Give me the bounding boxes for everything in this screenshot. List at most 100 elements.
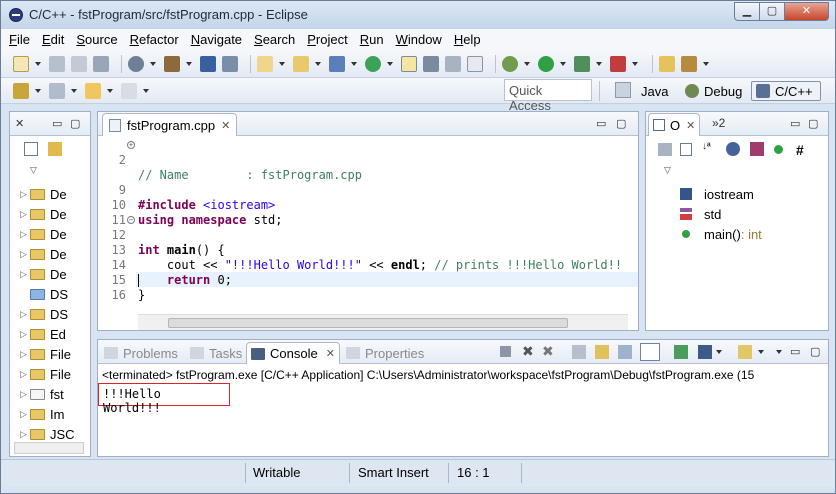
configurations-dropdown-icon[interactable] (150, 61, 156, 66)
run-icon[interactable] (538, 55, 554, 72)
menu-source[interactable]: Source (76, 32, 117, 47)
remove-all-launches-icon[interactable]: ✖ (542, 343, 554, 360)
show-whitespace-icon[interactable] (467, 55, 483, 72)
clear-console-icon[interactable] (572, 345, 586, 359)
menu-refactor[interactable]: Refactor (130, 32, 179, 47)
external-tools-icon[interactable] (610, 55, 626, 72)
minimize-button[interactable]: ▁ (734, 2, 760, 21)
pin-console-icon[interactable] (674, 345, 688, 359)
horizontal-scrollbar[interactable] (14, 442, 84, 454)
open-console-dropdown-icon[interactable] (758, 350, 764, 354)
perspective-cpp[interactable]: C/C++ (751, 81, 821, 101)
more-tabs-icon[interactable]: »2 (712, 116, 725, 130)
debug-config-icon[interactable] (502, 55, 518, 72)
project-item[interactable]: ▷ De (20, 184, 67, 204)
maximize-view-icon[interactable]: ▢ (808, 117, 818, 130)
debug-bug-icon[interactable] (222, 55, 238, 72)
menu-run[interactable]: Run (360, 32, 384, 47)
profile-icon[interactable] (574, 55, 590, 72)
collapse-all-icon[interactable] (24, 142, 38, 156)
display-console-dropdown-icon[interactable] (716, 350, 722, 354)
tab-outline[interactable]: O ✕ (648, 113, 701, 136)
outline-item-iostream[interactable]: iostream (680, 184, 754, 204)
new-source-dropdown-icon[interactable] (315, 61, 321, 66)
tab-properties[interactable]: Properties (342, 342, 428, 364)
debug-dropdown-icon[interactable] (524, 61, 530, 66)
maximize-button[interactable]: ▢ (760, 2, 785, 21)
maximize-view-icon[interactable]: ▢ (616, 117, 626, 130)
tab-fstprogram-cpp[interactable]: fstProgram.cpp ✕ (102, 113, 238, 136)
maximize-view-icon[interactable]: ▢ (810, 345, 820, 358)
forward-dropdown-icon[interactable] (143, 88, 149, 93)
project-item[interactable]: ▷ De (20, 224, 67, 244)
hide-non-public-icon[interactable] (726, 142, 740, 156)
new-class-icon[interactable] (329, 55, 345, 72)
new-dropdown-icon[interactable] (35, 61, 41, 66)
profile-dropdown-icon[interactable] (596, 61, 602, 66)
menu-edit[interactable]: Edit (42, 32, 64, 47)
quick-access-input[interactable]: Quick Access (504, 79, 592, 113)
refresh-dropdown-icon[interactable] (387, 61, 393, 66)
show-console-output-icon[interactable] (640, 343, 660, 361)
build-dropdown-icon[interactable] (186, 61, 192, 66)
hide-fields-icon[interactable] (658, 143, 672, 156)
open-console-icon[interactable] (738, 345, 752, 359)
new-cpp-project-icon[interactable] (257, 55, 273, 72)
new-icon[interactable] (13, 55, 29, 72)
terminate-icon[interactable] (500, 346, 511, 357)
project-item[interactable]: ▷ Ed (20, 324, 66, 344)
tab-console[interactable]: Console ✕ (246, 342, 340, 364)
project-item[interactable]: ▷ De (20, 264, 67, 284)
word-wrap-icon[interactable] (618, 345, 632, 359)
previous-annotation-icon[interactable] (49, 82, 65, 99)
display-selected-console-icon[interactable] (698, 345, 712, 359)
last-edit-dropdown-icon[interactable] (35, 88, 41, 93)
tab-tasks[interactable]: Tasks (186, 342, 246, 364)
minimize-view-icon[interactable]: ▭ (52, 117, 62, 130)
scrollbar-thumb[interactable] (168, 318, 568, 328)
save-all-icon[interactable] (71, 55, 87, 72)
menu-window[interactable]: Window (396, 32, 442, 47)
perspective-debug[interactable]: Debug (685, 81, 742, 101)
sort-alphabetically-icon[interactable]: ↓ᵃ (702, 141, 711, 152)
project-item[interactable]: ▷ JSC (20, 424, 75, 444)
close-tab-icon[interactable]: ✕ (326, 347, 335, 360)
build-hammer-icon[interactable] (164, 55, 180, 72)
new-project-dropdown-icon[interactable] (279, 61, 285, 66)
link-editor-icon[interactable] (48, 142, 62, 156)
minimize-view-icon[interactable]: ▭ (596, 117, 606, 130)
group-includes-icon[interactable]: # (796, 142, 804, 158)
code-editor[interactable]: 2 + // Name : fstProgram.cpp 9 #include <… (98, 136, 638, 314)
new-class-dropdown-icon[interactable] (351, 61, 357, 66)
view-menu-icon[interactable]: ▽ (30, 165, 37, 176)
tab-problems[interactable]: Problems (100, 342, 182, 364)
search-pen-icon[interactable] (681, 55, 697, 72)
remove-launch-icon[interactable]: ✖ (522, 343, 534, 360)
new-source-folder-icon[interactable] (293, 55, 309, 72)
maximize-view-icon[interactable]: ▢ (70, 117, 80, 130)
toggle-highlight-icon[interactable] (401, 55, 417, 72)
project-item[interactable]: ▷ DS (20, 304, 68, 324)
search-dropdown-icon[interactable] (703, 61, 709, 66)
back-arrow-icon[interactable] (85, 82, 101, 99)
editor-horizontal-scrollbar[interactable] (138, 314, 628, 330)
close-icon[interactable]: ✕ (15, 117, 24, 130)
perspective-java[interactable]: Java (641, 81, 668, 101)
project-item[interactable]: ▷ De (20, 244, 67, 264)
back-dropdown-icon[interactable] (107, 88, 113, 93)
project-item[interactable]: ▷ De (20, 204, 67, 224)
external-tools-dropdown-icon[interactable] (632, 61, 638, 66)
project-item[interactable]: ▷ fst (20, 384, 64, 404)
menu-search[interactable]: Search (254, 32, 295, 47)
forward-arrow-icon[interactable] (121, 82, 137, 99)
project-item[interactable]: DS (20, 284, 68, 304)
previous-annotation-dropdown-icon[interactable] (71, 88, 77, 93)
menu-help[interactable]: Help (454, 32, 481, 47)
build-all-icon[interactable] (200, 55, 216, 72)
outline-item-std[interactable]: std (680, 204, 721, 224)
scroll-lock-icon[interactable] (595, 345, 609, 359)
close-tab-icon[interactable]: ✕ (686, 119, 695, 132)
project-item[interactable]: ▷ Im (20, 404, 64, 424)
minimize-view-icon[interactable]: ▭ (790, 117, 800, 130)
hide-members-icon[interactable] (774, 145, 783, 154)
